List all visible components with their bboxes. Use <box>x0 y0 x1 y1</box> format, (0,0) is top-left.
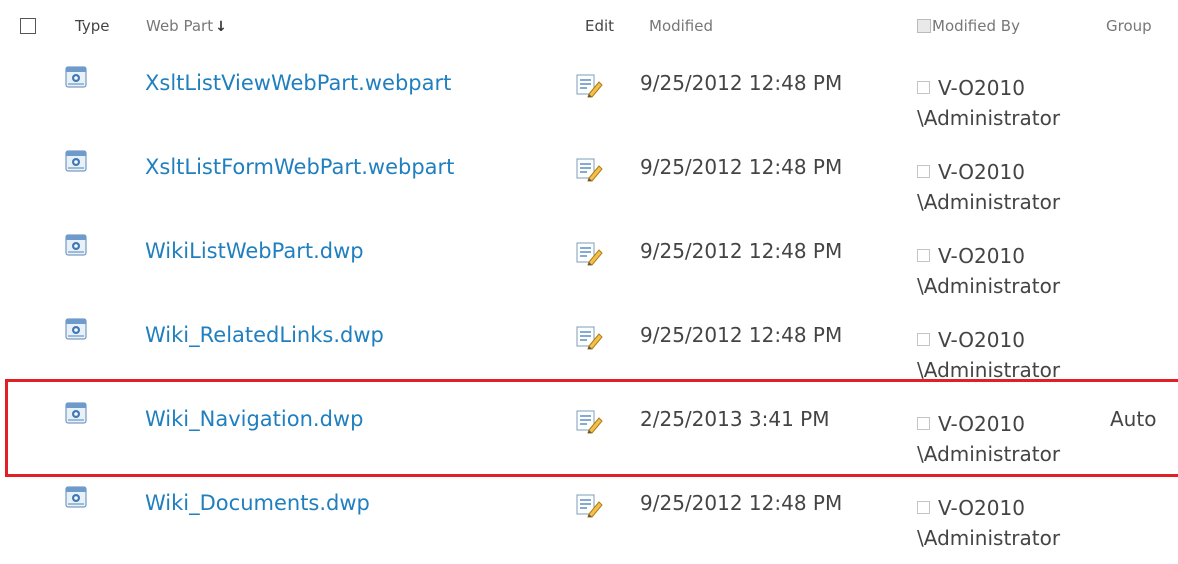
modified-by: V-O2010 \Administrator <box>917 69 1060 137</box>
modified-by-user[interactable]: V-O2010 <box>938 412 1025 436</box>
modified-by-user[interactable]: V-O2010 <box>938 160 1025 184</box>
column-header-webpart[interactable]: Web Part ↓ <box>146 16 227 37</box>
edit-properties-icon[interactable] <box>575 156 603 182</box>
column-header-type[interactable]: Type <box>75 16 109 36</box>
list-header: Type Web Part ↓ Edit Modified Modified By… <box>0 0 1178 54</box>
select-all-checkbox[interactable] <box>20 18 36 34</box>
modified-date: 2/25/2013 3:41 PM <box>640 407 830 431</box>
table-row: XsltListViewWebPart.webpart 9/25/2012 12… <box>0 60 1178 144</box>
presence-indicator-icon <box>917 165 930 178</box>
modified-date: 9/25/2012 12:48 PM <box>640 239 843 263</box>
modified-by-user[interactable]: V-O2010 <box>938 496 1025 520</box>
modified-by-user-line2[interactable]: \Administrator <box>917 183 1060 221</box>
modified-by-user-line2[interactable]: \Administrator <box>917 435 1060 473</box>
edit-properties-icon[interactable] <box>575 324 603 350</box>
webpart-file-icon <box>65 234 87 256</box>
column-header-edit[interactable]: Edit <box>585 16 614 36</box>
webpart-link[interactable]: XsltListFormWebPart.webpart <box>145 153 454 181</box>
column-header-modified[interactable]: Modified <box>649 16 713 36</box>
presence-header-icon <box>917 19 931 33</box>
modified-date: 9/25/2012 12:48 PM <box>640 323 843 347</box>
modified-date: 9/25/2012 12:48 PM <box>640 155 843 179</box>
presence-indicator-icon <box>917 417 930 430</box>
webpart-file-icon <box>65 402 87 424</box>
table-row: WikiListWebPart.dwp 9/25/2012 12:48 PM V… <box>0 228 1178 312</box>
modified-by-user[interactable]: V-O2010 <box>938 244 1025 268</box>
modified-by-user-line2[interactable]: \Administrator <box>917 351 1060 389</box>
modified-date: 9/25/2012 12:48 PM <box>640 71 843 95</box>
table-row: Wiki_Navigation.dwp 2/25/2013 3:41 PM V-… <box>0 396 1178 480</box>
webpart-link[interactable]: Wiki_Navigation.dwp <box>145 405 363 433</box>
webpart-link[interactable]: XsltListViewWebPart.webpart <box>145 69 451 97</box>
table-row: Wiki_Documents.dwp 9/25/2012 12:48 PM V-… <box>0 480 1178 564</box>
modified-by-user-line2[interactable]: \Administrator <box>917 267 1060 305</box>
table-row: Wiki_RelatedLinks.dwp 9/25/2012 12:48 PM… <box>0 312 1178 396</box>
edit-properties-icon[interactable] <box>575 408 603 434</box>
column-header-group[interactable]: Group <box>1106 16 1152 36</box>
presence-indicator-icon <box>917 81 930 94</box>
modified-date: 9/25/2012 12:48 PM <box>640 491 843 515</box>
modified-by: V-O2010 \Administrator <box>917 153 1060 221</box>
modified-by-user[interactable]: V-O2010 <box>938 76 1025 100</box>
modified-by-user[interactable]: V-O2010 <box>938 328 1025 352</box>
presence-indicator-icon <box>917 333 930 346</box>
edit-properties-icon[interactable] <box>575 72 603 98</box>
modified-by-user-line2[interactable]: \Administrator <box>917 99 1060 137</box>
modified-by: V-O2010 \Administrator <box>917 321 1060 389</box>
edit-properties-icon[interactable] <box>575 492 603 518</box>
column-header-modified-by[interactable]: Modified By <box>917 16 1020 36</box>
webpart-file-icon <box>65 150 87 172</box>
table-row: XsltListFormWebPart.webpart 9/25/2012 12… <box>0 144 1178 228</box>
modified-by: V-O2010 \Administrator <box>917 405 1060 473</box>
modified-by: V-O2010 \Administrator <box>917 237 1060 305</box>
column-header-webpart-label: Web Part <box>146 17 214 35</box>
webpart-link[interactable]: Wiki_RelatedLinks.dwp <box>145 321 384 349</box>
presence-indicator-icon <box>917 501 930 514</box>
group-value: Auto <box>1110 407 1157 431</box>
webpart-file-icon <box>65 318 87 340</box>
column-header-modified-by-label: Modified By <box>932 17 1020 35</box>
webpart-link[interactable]: WikiListWebPart.dwp <box>145 237 364 265</box>
modified-by: V-O2010 \Administrator <box>917 489 1060 557</box>
webpart-file-icon <box>65 486 87 508</box>
modified-by-user-line2[interactable]: \Administrator <box>917 519 1060 557</box>
sort-descending-icon: ↓ <box>215 19 227 35</box>
edit-properties-icon[interactable] <box>575 240 603 266</box>
webpart-link[interactable]: Wiki_Documents.dwp <box>145 489 370 517</box>
presence-indicator-icon <box>917 249 930 262</box>
webpart-file-icon <box>65 66 87 88</box>
